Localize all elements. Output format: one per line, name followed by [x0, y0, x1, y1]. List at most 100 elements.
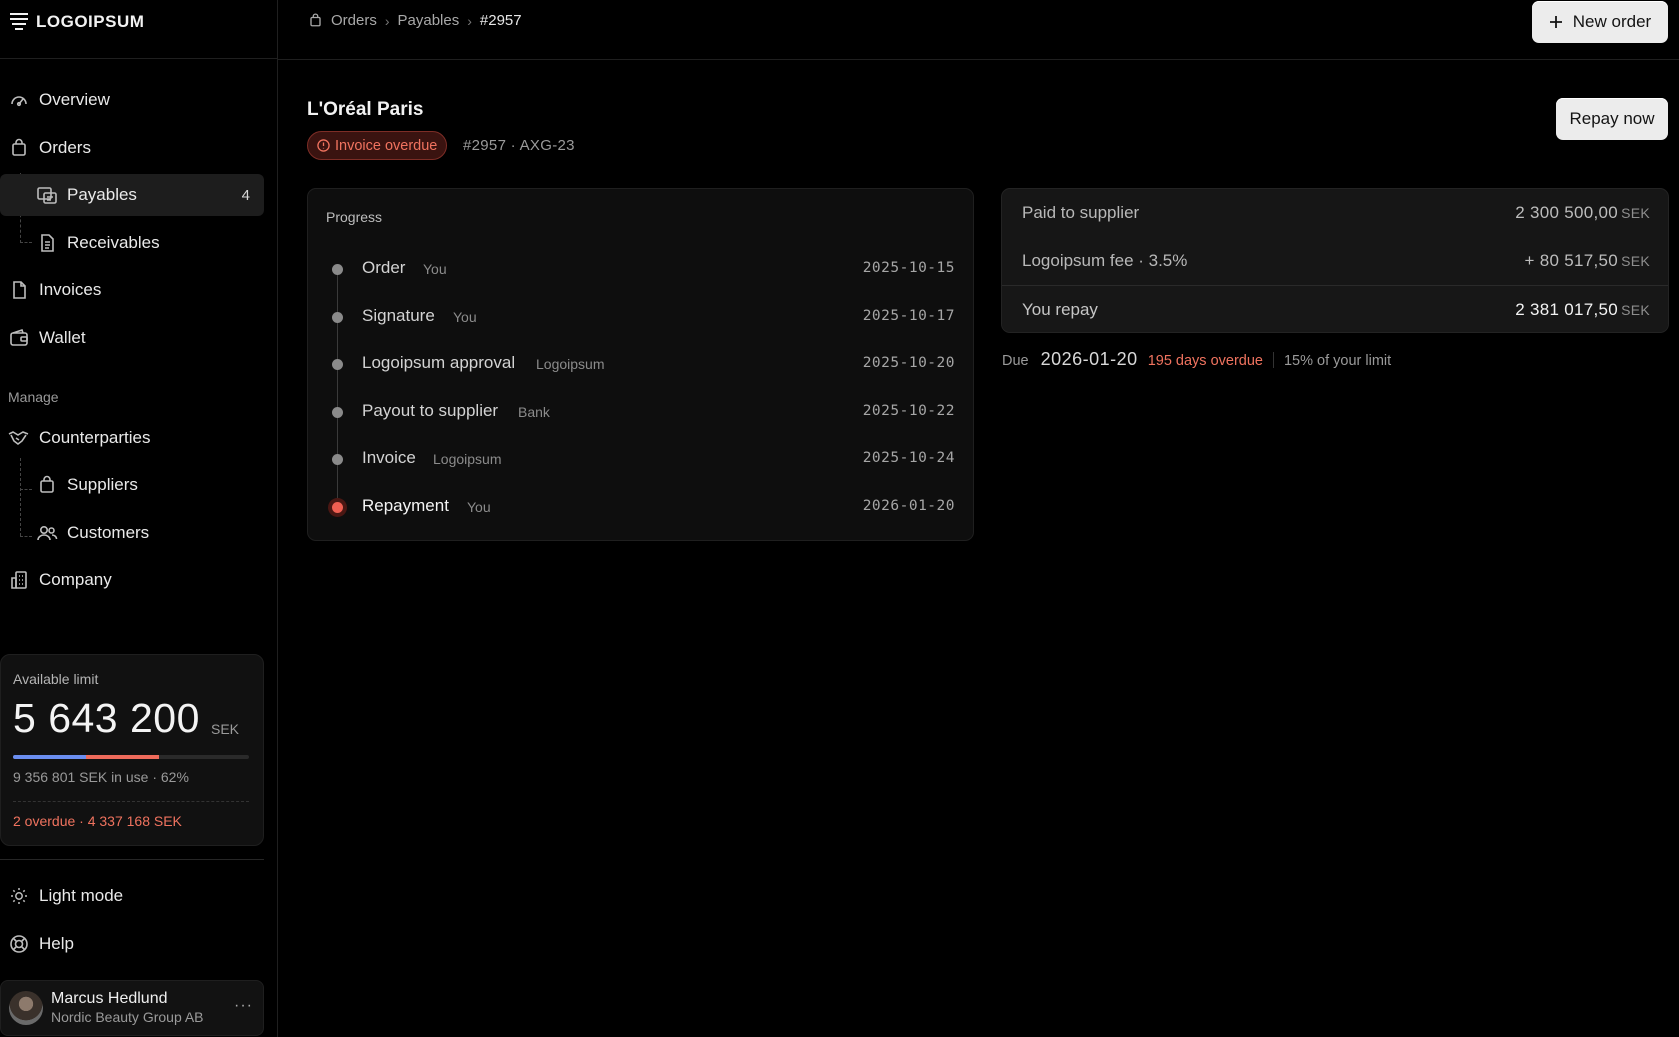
due-info: Due 2026-01-20 195 days overdue 15% of y…: [1002, 349, 1391, 370]
due-label: Due: [1002, 353, 1029, 369]
usage-bar-segment-overdue: [86, 755, 160, 759]
plus-icon: [1549, 15, 1563, 29]
more-icon[interactable]: ···: [234, 997, 253, 1015]
wallet-icon: [8, 327, 30, 349]
step-dot: [332, 359, 343, 370]
payables-icon: [36, 184, 58, 206]
avatar: [9, 991, 43, 1025]
nav-label: Payables: [67, 185, 137, 204]
breadcrumb-current: #2957: [479, 12, 522, 29]
timeline-step: Order You 2025-10-15: [308, 255, 973, 283]
step-name: Repayment: [362, 496, 449, 515]
step-date: 2026-01-20: [862, 498, 955, 514]
step-actor: You: [423, 261, 447, 277]
breadcrumb: Orders › Payables › #2957: [308, 12, 522, 29]
summary-label: Logoipsum fee · 3.5%: [1022, 251, 1188, 270]
summary-value: 2 381 017,50 SEK: [1515, 300, 1650, 320]
limit-overdue-text[interactable]: 2 overdue · 4 337 168 SEK: [13, 813, 182, 829]
page-title: L'Oréal Paris: [307, 99, 424, 120]
step-dot: [332, 454, 343, 465]
light-mode-toggle[interactable]: Light mode: [0, 875, 264, 917]
nav-label: Help: [39, 934, 74, 953]
step-date: 2025-10-15: [862, 260, 955, 276]
sidebar: LOGOIPSUM Overview Orders Payables 4 Rec…: [0, 0, 278, 1037]
summary-value: + 80 517,50 SEK: [1524, 251, 1650, 271]
summary-row-paid: Paid to supplier 2 300 500,00 SEK: [1002, 189, 1668, 237]
step-actor: You: [467, 499, 491, 515]
nav-payables[interactable]: Payables 4: [0, 174, 264, 216]
step-dot: [332, 407, 343, 418]
step-name: Logoipsum approval: [362, 353, 516, 372]
nav-help[interactable]: Help: [0, 923, 264, 965]
step-actor: Logoipsum: [433, 451, 502, 467]
nav-overview[interactable]: Overview: [0, 79, 264, 121]
summary-label: Paid to supplier: [1022, 203, 1140, 222]
chevron-right-icon: ›: [467, 12, 472, 29]
alert-circle-icon: [317, 139, 330, 152]
nav-orders[interactable]: Orders: [0, 127, 264, 169]
amount: 2 381 017,50: [1515, 300, 1619, 319]
available-limit-card: Available limit 5 643 200 SEK 9 356 801 …: [0, 654, 264, 846]
breadcrumb-orders[interactable]: Orders: [331, 12, 377, 29]
user-organization: Nordic Beauty Group AB: [51, 1009, 204, 1025]
new-order-button[interactable]: New order: [1532, 1, 1668, 43]
divider: [1272, 351, 1274, 368]
divider: [0, 859, 264, 860]
limit-title: Available limit: [13, 671, 99, 687]
amount: 2 300 500,00: [1515, 203, 1619, 222]
step-date: 2025-10-22: [862, 403, 955, 419]
handshake-icon: [8, 427, 30, 449]
step-name: Payout to supplier: [362, 401, 499, 420]
nav-label: Overview: [39, 90, 110, 109]
limit-value: 5 643 200: [13, 695, 200, 741]
timeline-step: Signature You 2025-10-17: [308, 303, 973, 331]
summary-value: 2 300 500,00 SEK: [1515, 203, 1650, 223]
currency: SEK: [1621, 253, 1650, 269]
nav-label: Wallet: [39, 328, 86, 347]
nav-counterparties[interactable]: Counterparties: [0, 417, 264, 459]
timeline-step: Payout to supplier Bank 2025-10-22: [308, 398, 973, 426]
step-date: 2025-10-17: [862, 308, 955, 324]
repayment-summary-card: Paid to supplier 2 300 500,00 SEK Logoips…: [1001, 188, 1669, 333]
nav-label: Suppliers: [67, 475, 138, 494]
order-reference: #2957 · AXG-23: [463, 137, 575, 154]
nav-invoices[interactable]: Invoices: [0, 269, 264, 311]
lifebuoy-icon: [8, 933, 30, 955]
sun-icon: [8, 885, 30, 907]
limit-currency: SEK: [211, 721, 240, 737]
limit-share: 15% of your limit: [1283, 353, 1392, 369]
bag-icon: [308, 13, 323, 28]
count-badge: 4: [241, 186, 250, 204]
repay-now-button[interactable]: Repay now: [1556, 98, 1668, 140]
logo[interactable]: LOGOIPSUM: [8, 12, 144, 32]
card-label: Progress: [326, 209, 383, 225]
button-label: Repay now: [1569, 109, 1655, 128]
usage-bar-segment: [13, 755, 87, 759]
progress-card: Progress Order You 2025-10-15 Signature …: [307, 188, 974, 541]
divider: [0, 58, 278, 59]
file-icon: [8, 279, 30, 301]
nav-label: Counterparties: [39, 428, 151, 447]
nav-suppliers[interactable]: Suppliers: [0, 464, 264, 506]
user-menu[interactable]: Marcus Hedlund Nordic Beauty Group AB ··…: [0, 980, 264, 1036]
divider: [13, 801, 249, 802]
step-actor: You: [453, 309, 477, 325]
nav-wallet[interactable]: Wallet: [0, 317, 264, 359]
users-icon: [36, 522, 58, 544]
timeline-step: Logoipsum approval Logoipsum 2025-10-20: [308, 350, 973, 378]
breadcrumb-payables[interactable]: Payables: [398, 12, 460, 29]
timeline-step-current: Repayment You 2026-01-20: [308, 493, 973, 521]
step-name: Order: [362, 258, 406, 277]
step-date: 2025-10-24: [862, 450, 955, 466]
summary-label: You repay: [1022, 300, 1098, 319]
nav-customers[interactable]: Customers: [0, 512, 264, 554]
nav-label: Invoices: [39, 280, 102, 299]
nav-company[interactable]: Company: [0, 559, 264, 601]
status-badge: Invoice overdue: [307, 131, 448, 160]
currency: SEK: [1621, 302, 1650, 318]
nav-receivables[interactable]: Receivables: [0, 222, 264, 264]
step-actor: Logoipsum: [536, 356, 605, 372]
building-icon: [8, 569, 30, 591]
step-actor: Bank: [518, 404, 550, 420]
nav-label: Receivables: [67, 233, 160, 252]
